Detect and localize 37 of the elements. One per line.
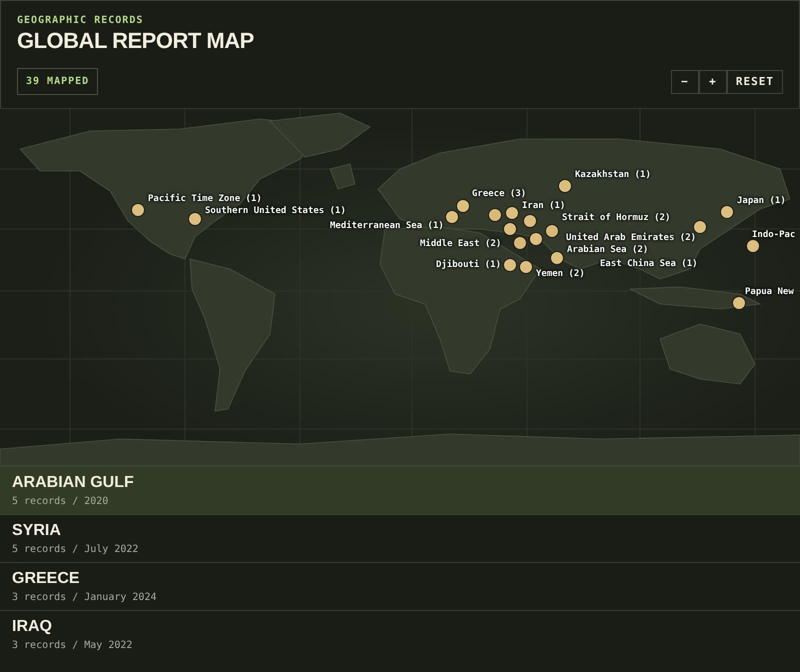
- marker-label: Iran (1): [522, 201, 566, 212]
- marker-label: Yemen (2): [536, 269, 585, 280]
- map-marker[interactable]: [529, 232, 543, 246]
- location-row[interactable]: ARABIAN GULF 5 records / 2020: [0, 466, 800, 514]
- map-marker[interactable]: [503, 222, 517, 236]
- map-marker[interactable]: [746, 239, 760, 253]
- location-detail: 3 records / May 2022: [12, 640, 134, 651]
- section-eyebrow: GEOGRAPHIC RECORDS: [17, 15, 144, 26]
- reset-button[interactable]: RESET: [726, 70, 783, 94]
- marker-label: Greece (3): [472, 189, 526, 200]
- map-marker[interactable]: [513, 236, 527, 250]
- location-name: SYRIA: [12, 522, 62, 540]
- marker-label: Indo-Pac: [752, 230, 796, 241]
- marker-label: Southern United States (1): [205, 206, 346, 217]
- marker-label: Strait of Hormuz (2): [562, 213, 670, 224]
- location-detail: 5 records / July 2022: [12, 544, 140, 555]
- marker-label: Mediterranean Sea (1): [330, 221, 444, 232]
- location-name: ARABIAN GULF: [12, 474, 135, 492]
- marker-label: Kazakhstan (1): [575, 170, 651, 181]
- marker-label: Japan (1): [737, 196, 786, 207]
- page-title: GLOBAL REPORT MAP: [17, 28, 255, 54]
- marker-label: Middle East (2): [420, 239, 502, 250]
- marker-label: United Arab Emirates (2): [566, 233, 696, 244]
- marker-label: Papua New: [745, 287, 794, 298]
- location-detail: 5 records / 2020: [12, 496, 110, 507]
- marker-label: Pacific Time Zone (1): [148, 194, 262, 205]
- zoom-in-button[interactable]: +: [698, 70, 727, 94]
- map-marker[interactable]: [550, 251, 564, 265]
- marker-label: East China Sea (1): [600, 259, 698, 270]
- marker-label: Arabian Sea (2): [567, 245, 648, 256]
- location-name: IRAQ: [12, 618, 53, 636]
- zoom-out-button[interactable]: −: [670, 70, 699, 94]
- location-name: GREECE: [12, 570, 81, 588]
- location-detail: 3 records / January 2024: [12, 592, 158, 603]
- mapped-count: 39 MAPPED: [17, 68, 98, 95]
- marker-label: Djibouti (1): [436, 260, 502, 271]
- map-marker[interactable]: [732, 296, 746, 310]
